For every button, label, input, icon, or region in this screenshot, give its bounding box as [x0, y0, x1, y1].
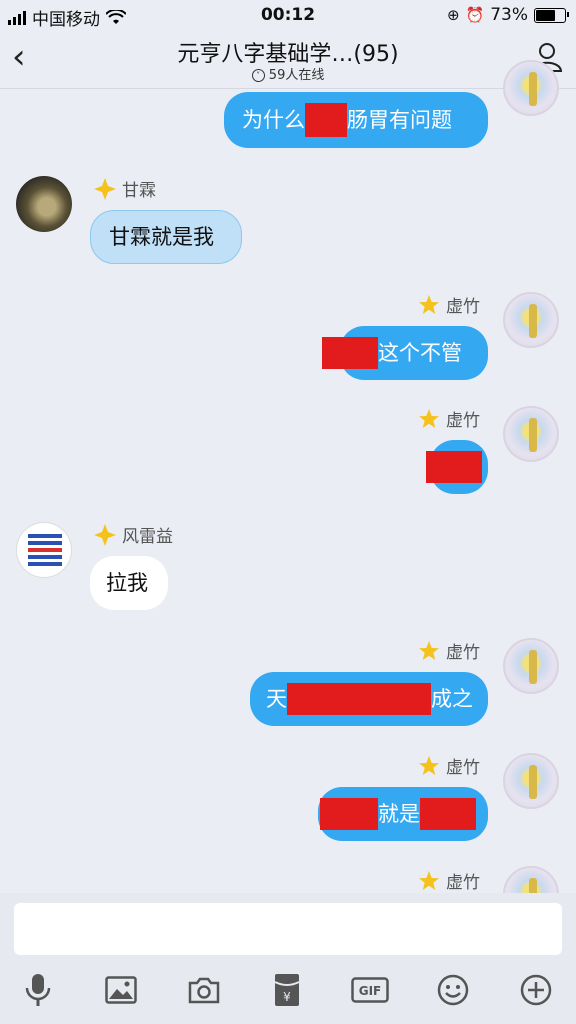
redaction-block: [322, 337, 378, 369]
redaction-block: [320, 798, 378, 830]
avatar[interactable]: [16, 522, 72, 578]
message-bubble[interactable]: 拉我: [90, 556, 168, 610]
sender-name: 虚竹: [418, 292, 480, 317]
battery-icon: [534, 7, 569, 23]
message-bubble[interactable]: 这个不管: [322, 326, 488, 380]
message-bubble[interactable]: 就是: [318, 787, 488, 841]
redaction-block: [305, 103, 347, 137]
avatar[interactable]: [503, 406, 559, 462]
sender-name: 虚竹: [418, 406, 480, 431]
sender-name: 虚竹: [418, 638, 480, 663]
svg-text:GIF: GIF: [359, 984, 382, 998]
avatar[interactable]: [503, 60, 559, 116]
svg-text:¥: ¥: [283, 990, 291, 1004]
microphone-icon[interactable]: [18, 970, 58, 1010]
chat-header: ‹ 元亨八字基础学…(95) ˅ 59人在线: [0, 30, 576, 89]
status-bar: 中国移动 00:12 ⊕ ⏰ 73%: [0, 0, 576, 30]
star-icon: [419, 640, 439, 660]
star-icon: [419, 755, 439, 775]
image-icon[interactable]: [101, 970, 141, 1010]
online-count: ˅ 59人在线: [0, 64, 576, 83]
emoji-icon[interactable]: [433, 970, 473, 1010]
avatar[interactable]: [503, 638, 559, 694]
message-input[interactable]: [14, 903, 562, 955]
sender-name: 虚竹: [418, 868, 480, 893]
redaction-block: [420, 798, 476, 830]
camera-icon[interactable]: [184, 970, 224, 1010]
gif-icon[interactable]: GIF: [350, 970, 390, 1010]
message-bubble[interactable]: 天 成之: [250, 672, 488, 726]
redaction-block: [287, 683, 431, 715]
sender-name: 风雷益: [94, 522, 173, 547]
sender-name: 虚竹: [418, 753, 480, 778]
chevron-down-icon: ˅: [251, 69, 265, 82]
sender-name: 甘霖: [94, 176, 156, 201]
chat-toolbar: ¥ GIF: [0, 962, 576, 1018]
message-bubble[interactable]: 甘霖就是我: [90, 210, 242, 264]
alarm-icon: ⏰: [465, 6, 485, 24]
member-badge-icon: [94, 523, 116, 546]
redaction-block: [426, 451, 482, 483]
avatar[interactable]: [503, 753, 559, 809]
message-bubble[interactable]: 为什么 肠胃有问题: [224, 92, 488, 148]
plus-icon[interactable]: [516, 970, 556, 1010]
star-icon: [419, 870, 439, 890]
red-packet-icon[interactable]: ¥: [267, 970, 307, 1010]
message-bubble[interactable]: [426, 440, 488, 494]
star-icon: [419, 294, 439, 314]
orientation-lock-icon: ⊕: [446, 6, 460, 24]
star-icon: [419, 408, 439, 428]
member-badge-icon: [94, 177, 116, 200]
battery-label: 73%: [490, 5, 528, 25]
avatar[interactable]: [503, 292, 559, 348]
avatar[interactable]: [16, 176, 72, 232]
